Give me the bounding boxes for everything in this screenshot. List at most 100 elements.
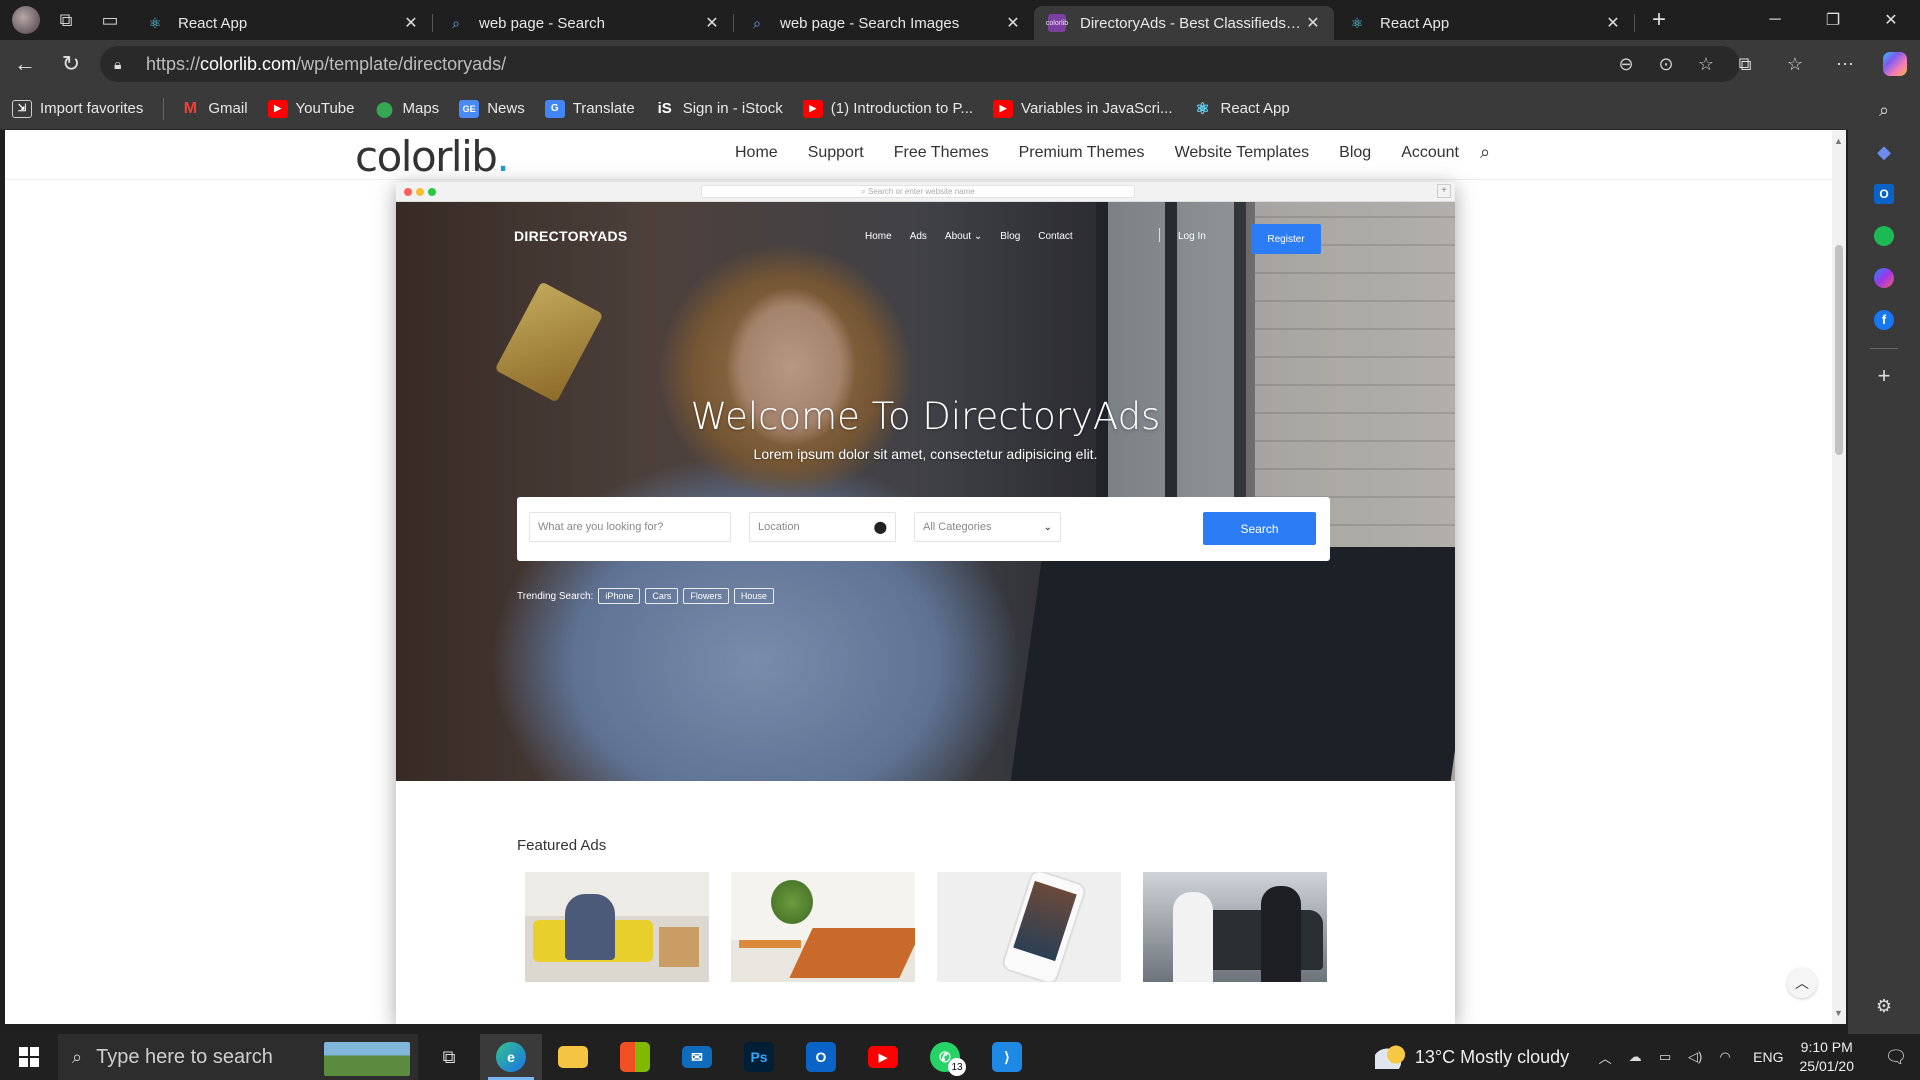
ad-card-furniture[interactable] <box>731 872 915 982</box>
d-nav-contact[interactable]: Contact <box>1038 231 1072 242</box>
volume-icon[interactable]: ◁) <box>1683 1049 1707 1065</box>
nav-home[interactable]: Home <box>735 144 778 162</box>
close-icon[interactable]: ✕ <box>1602 12 1624 34</box>
favorite-intro-video[interactable]: ▶ (1) Introduction to P... <box>802 99 973 118</box>
favorite-gmail[interactable]: M Gmail <box>180 100 248 118</box>
extensions-icon[interactable]: ⧉ <box>1720 44 1770 84</box>
messenger-icon[interactable] <box>1866 260 1902 296</box>
nav-website-templates[interactable]: Website Templates <box>1175 144 1310 162</box>
profile-button[interactable] <box>0 0 44 40</box>
d-nav-about[interactable]: About ⌄ <box>945 231 982 242</box>
search-icon[interactable]: ⌕ <box>1866 92 1902 128</box>
nav-free-themes[interactable]: Free Themes <box>894 144 989 162</box>
taskbar-youtube[interactable]: ▶ <box>852 1034 914 1080</box>
address-bar[interactable]: 🔒︎ https://colorlib.com/wp/template/dire… <box>100 46 1740 82</box>
tab-react-app-2[interactable]: ⚛ React App ✕ <box>1334 6 1634 40</box>
d-nav-home[interactable]: Home <box>865 231 892 242</box>
taskbar-whatsapp[interactable]: ✆ 13 <box>914 1034 976 1080</box>
d-nav-blog[interactable]: Blog <box>1000 231 1020 242</box>
taskbar-photoshop[interactable]: Ps <box>728 1034 790 1080</box>
facebook-icon[interactable]: f <box>1866 302 1902 338</box>
search-button[interactable]: Search <box>1203 512 1316 545</box>
tab-web-page-search-images[interactable]: ⌕ web page - Search Images ✕ <box>734 6 1034 40</box>
onedrive-icon[interactable]: ☁ <box>1623 1049 1647 1065</box>
wifi-icon[interactable]: ◠ <box>1713 1049 1737 1065</box>
settings-gear-icon[interactable]: ⚙ <box>1866 988 1902 1024</box>
menu-icon[interactable]: ⋯ <box>1820 44 1870 84</box>
add-icon[interactable]: + <box>1866 358 1902 394</box>
outlook-icon[interactable]: O <box>1866 176 1902 212</box>
restore-button[interactable]: ❐ <box>1804 0 1862 40</box>
task-view-button[interactable]: ⧉ <box>418 1034 480 1080</box>
shopping-tag-icon[interactable]: ◆ <box>1866 134 1902 170</box>
close-icon[interactable]: ✕ <box>400 12 422 34</box>
taskbar-mail[interactable]: ✉ <box>666 1034 728 1080</box>
scroll-down-arrow-icon[interactable]: ▼ <box>1834 1008 1843 1018</box>
scroll-to-top-button[interactable]: ︿ <box>1787 968 1817 998</box>
tab-react-app-1[interactable]: ⚛ React App ✕ <box>132 6 432 40</box>
trending-tag-house[interactable]: House <box>733 588 774 604</box>
ad-card-sofa[interactable] <box>525 872 709 982</box>
taskbar-store[interactable] <box>604 1034 666 1080</box>
nav-blog[interactable]: Blog <box>1339 144 1371 162</box>
taskbar-outlook[interactable]: O <box>790 1034 852 1080</box>
favorite-news[interactable]: GE News <box>459 99 525 118</box>
more-tools-icon[interactable]: ⊙ <box>1646 49 1686 79</box>
close-icon[interactable]: ✕ <box>1302 12 1324 34</box>
chevron-up-icon[interactable]: ︿ <box>1593 1048 1617 1067</box>
close-icon[interactable]: ✕ <box>1002 12 1024 34</box>
refresh-button[interactable]: ↻ <box>48 44 94 84</box>
workspaces-icon[interactable]: ⧉ <box>44 0 88 40</box>
start-button[interactable] <box>0 1034 58 1080</box>
trending-tag-flowers[interactable]: Flowers <box>683 588 729 604</box>
category-select[interactable]: All Categories ⌄ <box>914 512 1061 542</box>
favorite-import[interactable]: ⇲ Import favorites <box>12 99 143 118</box>
taskbar-file-explorer[interactable] <box>542 1034 604 1080</box>
page-scrollbar[interactable]: ▲ ▼ <box>1832 130 1846 1024</box>
scroll-up-arrow-icon[interactable]: ▲ <box>1834 136 1843 146</box>
favorite-youtube[interactable]: ▶ YouTube <box>267 99 355 118</box>
close-icon[interactable]: ✕ <box>701 12 723 34</box>
tab-web-page-search[interactable]: ⌕ web page - Search ✕ <box>433 6 733 40</box>
nav-support[interactable]: Support <box>808 144 864 162</box>
ad-card-phone[interactable] <box>937 872 1121 982</box>
favorite-istock[interactable]: iS Sign in - iStock <box>655 100 783 118</box>
favorite-maps[interactable]: ⬤ Maps <box>375 100 439 118</box>
ad-card-car[interactable] <box>1143 872 1327 982</box>
spotify-icon[interactable] <box>1866 218 1902 254</box>
tab-directoryads[interactable]: colorlib DirectoryAds - Best Classifieds… <box>1034 6 1334 40</box>
d-nav-ads[interactable]: Ads <box>910 231 927 242</box>
keyword-input[interactable]: What are you looking for? <box>529 512 731 542</box>
nav-premium-themes[interactable]: Premium Themes <box>1019 144 1145 162</box>
clock[interactable]: 9:10 PM 25/01/20 <box>1800 1038 1855 1076</box>
favorites-icon[interactable]: ☆ <box>1770 44 1820 84</box>
taskbar-search-input[interactable]: ⌕ Type here to search <box>58 1034 418 1080</box>
language-indicator[interactable]: ENG <box>1753 1049 1783 1065</box>
zoom-icon[interactable]: ⊖ <box>1606 49 1646 79</box>
favorite-translate[interactable]: G Translate <box>544 99 635 118</box>
colorlib-logo[interactable]: colorlib. <box>355 132 510 181</box>
new-tab-button[interactable]: + <box>1639 3 1679 37</box>
vertical-tabs-icon[interactable]: ▭ <box>88 0 132 40</box>
location-input[interactable]: Location ⬤ <box>749 512 896 542</box>
notifications-icon[interactable]: 🗨︎ <box>1872 1034 1920 1080</box>
scrollbar-thumb[interactable] <box>1835 245 1843 455</box>
taskbar-edge[interactable]: e <box>480 1034 542 1080</box>
weather-widget[interactable]: 13°C Mostly cloudy <box>1374 1045 1569 1069</box>
favorite-react-app[interactable]: ⚛ React App <box>1193 100 1289 118</box>
battery-icon[interactable]: ▭ <box>1653 1049 1677 1065</box>
back-button[interactable]: ← <box>2 44 48 84</box>
register-button[interactable]: Register <box>1251 224 1321 254</box>
lock-icon[interactable]: 🔒︎ <box>114 56 136 73</box>
trending-tag-cars[interactable]: Cars <box>645 588 679 604</box>
trending-tag-iphone[interactable]: iPhone <box>598 588 641 604</box>
url-text[interactable]: https://colorlib.com/wp/template/directo… <box>146 54 1606 75</box>
minimize-button[interactable]: ─ <box>1746 0 1804 40</box>
nav-account[interactable]: Account <box>1401 144 1459 162</box>
directoryads-logo[interactable]: DIRECTORYADS <box>514 228 628 244</box>
taskbar-vscode[interactable]: ⟩ <box>976 1034 1038 1080</box>
copilot-icon[interactable] <box>1870 44 1920 84</box>
login-link[interactable]: Log In <box>1178 231 1206 242</box>
search-icon[interactable]: ⌕ <box>1480 142 1490 163</box>
close-window-button[interactable]: ✕ <box>1862 0 1920 40</box>
